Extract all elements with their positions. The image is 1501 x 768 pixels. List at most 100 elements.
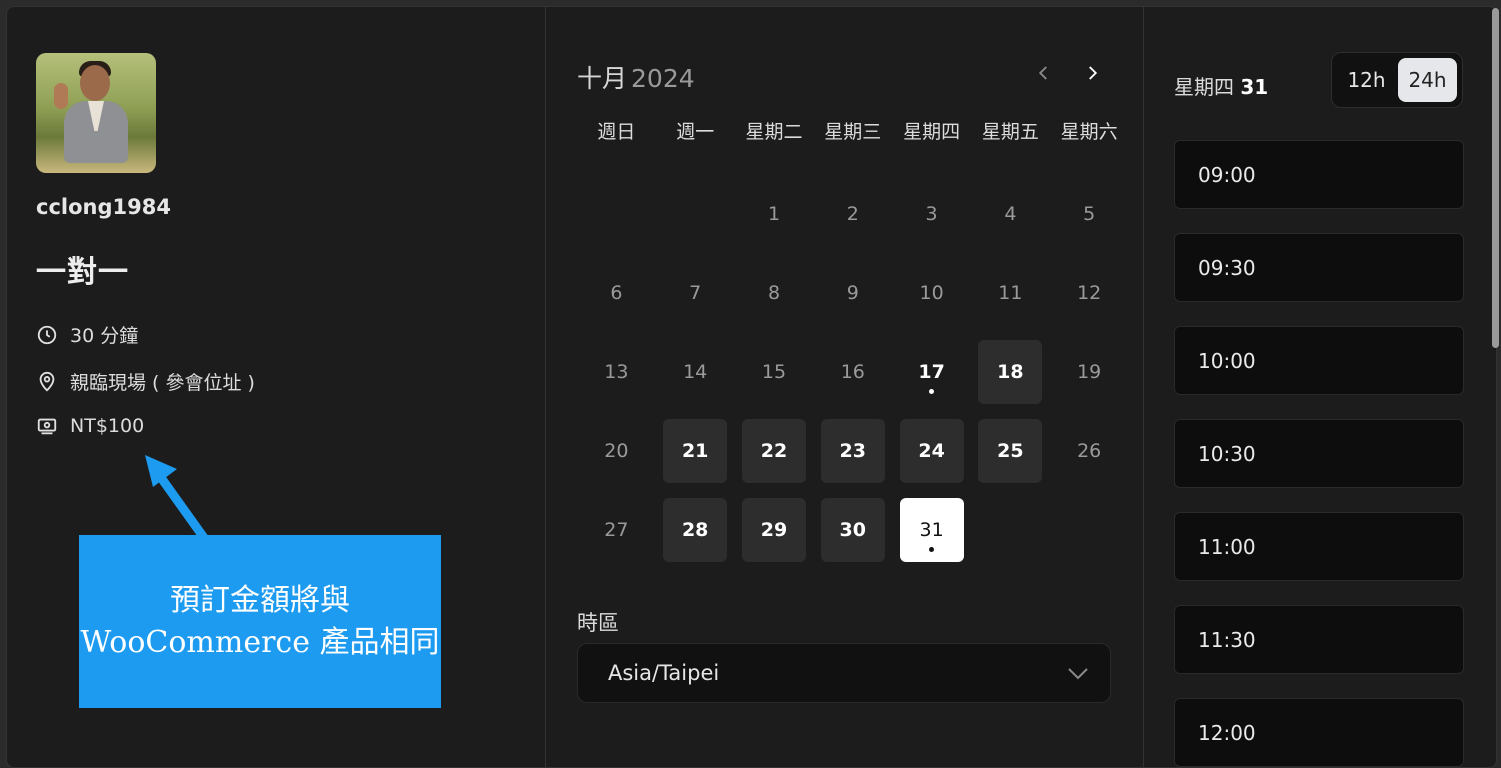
selected-date-heading: 星期四 31 <box>1174 71 1268 100</box>
month-name: 十月 <box>577 64 628 93</box>
month-title: 十月 2024 <box>577 59 695 95</box>
day-number: 7 <box>663 261 727 325</box>
duration-text: 30 分鐘 <box>70 325 139 347</box>
event-info-panel: cclong1984 一對一 30 分鐘 親臨現場 ( 參會位址 ) NT$10… <box>7 7 546 767</box>
event-title: 一對一 <box>36 255 129 290</box>
day-label: 6 <box>610 282 623 305</box>
day-13: 13 <box>577 333 656 412</box>
day-number: 6 <box>584 261 648 325</box>
scrollbar[interactable] <box>1492 8 1499 348</box>
day-label: 4 <box>1004 203 1017 226</box>
avatar <box>36 53 156 173</box>
day-28[interactable]: 28 <box>656 490 735 569</box>
selected-weekday: 星期四 <box>1174 75 1234 99</box>
day-label: 23 <box>839 439 866 462</box>
day-14: 14 <box>656 333 735 412</box>
day-9: 9 <box>813 254 892 333</box>
format-12h-button[interactable]: 12h <box>1337 58 1396 102</box>
day-number: 3 <box>900 182 964 246</box>
timezone-select[interactable]: Asia/Taipei <box>577 643 1111 703</box>
day-grid: 1 2 3 4 5 6 7 8 9 10 11 12 13 14 15 16 17 18 19 20 21 22 23 24 2… <box>577 175 1129 569</box>
prev-month-button[interactable] <box>1030 59 1058 87</box>
day-label: 15 <box>761 360 787 383</box>
day-7: 7 <box>656 254 735 333</box>
time-slot-button[interactable]: 10:30 <box>1174 419 1464 488</box>
day-18[interactable]: 18 <box>971 333 1050 412</box>
day-label: 3 <box>925 203 938 226</box>
location-pin-icon <box>39 371 55 392</box>
day-label: 26 <box>1077 439 1102 462</box>
day-number: 23 <box>820 418 885 483</box>
day-19: 19 <box>1050 333 1129 412</box>
day-12: 12 <box>1050 254 1129 333</box>
today-indicator-dot <box>929 546 935 552</box>
day-label: 11 <box>998 282 1023 305</box>
day-number: 16 <box>821 340 885 404</box>
time-slot-list: 09:00 09:30 10:00 10:30 11:00 11:30 12:00 <box>1174 140 1464 767</box>
day-31[interactable]: 31 <box>892 490 971 569</box>
timezone-label: 時區 <box>577 611 619 635</box>
day-17: 17 <box>892 333 971 412</box>
money-icon <box>37 418 57 435</box>
day-number: 26 <box>1057 419 1121 483</box>
day-label: 2 <box>846 203 859 226</box>
day-number: 18 <box>978 339 1043 404</box>
time-slot-button[interactable]: 11:00 <box>1174 512 1464 581</box>
weekday-label: 週一 <box>676 121 715 143</box>
day-number: 15 <box>742 340 806 404</box>
callout-line-1: 預訂金額將與 <box>170 582 350 618</box>
day-number: 19 <box>1057 340 1121 404</box>
day-number: 29 <box>741 497 806 562</box>
day-21[interactable]: 21 <box>656 411 735 490</box>
day-label: 28 <box>681 518 709 541</box>
day-label: 27 <box>604 518 629 541</box>
day-number: 31 <box>899 497 964 562</box>
day-number: 24 <box>899 418 964 483</box>
day-26: 26 <box>1050 411 1129 490</box>
day-23[interactable]: 23 <box>813 411 892 490</box>
day-15: 15 <box>735 333 814 412</box>
day-24[interactable]: 24 <box>892 411 971 490</box>
day-22[interactable]: 22 <box>735 411 814 490</box>
time-slot-button[interactable]: 09:00 <box>1174 140 1464 209</box>
day-number: 1 <box>742 182 806 246</box>
time-slot-button[interactable]: 11:30 <box>1174 605 1464 674</box>
day-30[interactable]: 30 <box>813 490 892 569</box>
day-20: 20 <box>577 411 656 490</box>
time-slot-button[interactable]: 09:30 <box>1174 233 1464 302</box>
day-label: 20 <box>604 439 629 462</box>
weekday-label: 週日 <box>597 121 636 143</box>
annotation-callout: 預訂金額將與 WooCommerce 產品相同 <box>79 535 441 708</box>
weekday-label: 星期四 <box>903 121 961 143</box>
day-25[interactable]: 25 <box>971 411 1050 490</box>
calendar-panel: 十月 2024 週日 週一 星期二 星期三 星期四 星期五 星期六 1 2 3 4 5 6 7 8 9 10 11… <box>546 7 1144 767</box>
year: 2024 <box>631 64 695 93</box>
day-label: 9 <box>846 282 859 305</box>
weekday-header: 週日 週一 星期二 星期三 星期四 星期五 星期六 <box>577 117 1129 144</box>
next-month-button[interactable] <box>1078 59 1106 87</box>
time-slot-panel: 星期四 31 12h 24h 09:00 09:30 10:00 10:30 11:00… <box>1144 7 1496 767</box>
day-label: 24 <box>918 439 945 462</box>
location-row: 親臨現場 ( 參會位址 ) <box>36 368 255 395</box>
time-slot-button[interactable]: 12:00 <box>1174 698 1464 767</box>
day-5: 5 <box>1050 175 1129 254</box>
weekday-label: 星期五 <box>981 121 1039 143</box>
day-number: 10 <box>900 261 964 325</box>
day-label: 13 <box>604 360 629 383</box>
price-text: NT$100 <box>70 415 145 437</box>
callout-line-2: WooCommerce 產品相同 <box>80 624 440 660</box>
day-label: 14 <box>683 360 708 383</box>
booking-widget: cclong1984 一對一 30 分鐘 親臨現場 ( 參會位址 ) NT$10… <box>6 6 1497 768</box>
day-29[interactable]: 29 <box>735 490 814 569</box>
day-1: 1 <box>735 175 814 254</box>
day-number: 5 <box>1057 182 1121 246</box>
timezone-value: Asia/Taipei <box>608 661 720 685</box>
day-number: 14 <box>663 340 727 404</box>
day-label: 12 <box>1077 282 1102 305</box>
format-24h-button[interactable]: 24h <box>1398 58 1457 102</box>
day-label: 21 <box>681 439 709 462</box>
empty-day-cell <box>656 175 735 254</box>
day-number: 28 <box>663 497 728 562</box>
time-slot-button[interactable]: 10:00 <box>1174 326 1464 395</box>
host-username: cclong1984 <box>36 195 171 219</box>
